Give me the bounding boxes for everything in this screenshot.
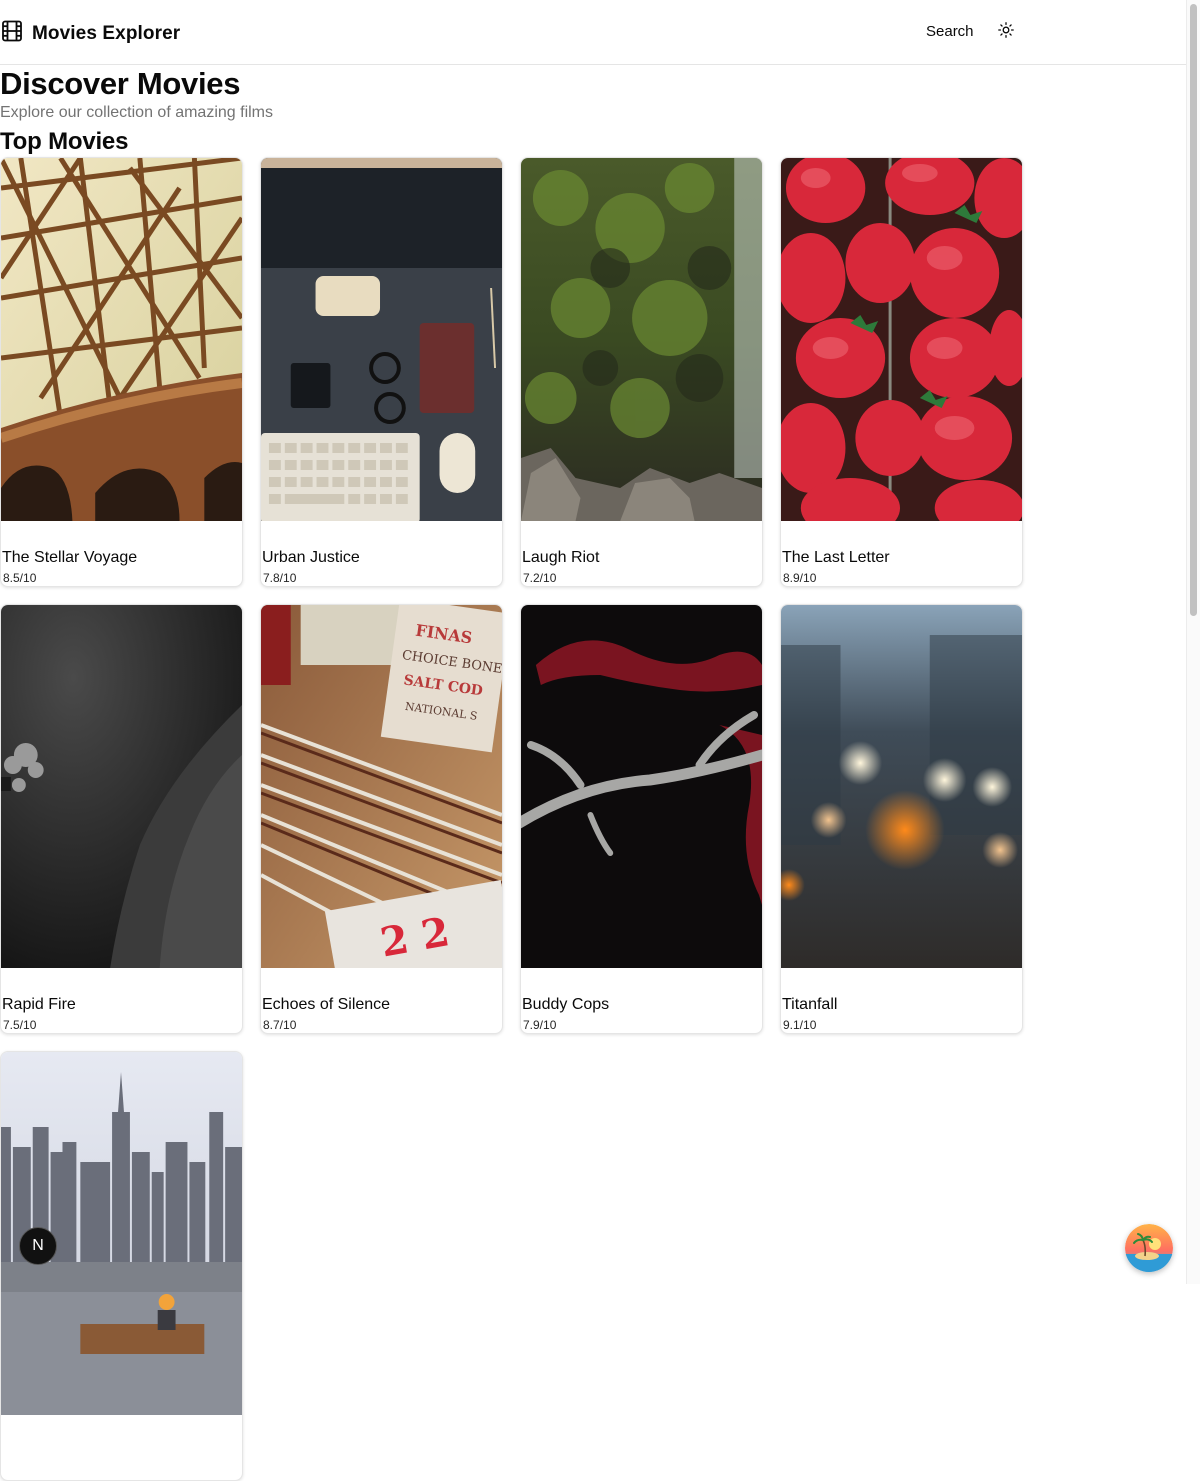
app-title: Movies Explorer — [32, 22, 181, 44]
movie-card[interactable]: Urban Justice 7.8/10 — [260, 157, 503, 587]
movie-poster — [521, 158, 762, 521]
movie-card[interactable]: FINAS CHOICE BONE SALT COD NATIONAL S 2 … — [260, 604, 503, 1034]
movie-title: The Last Letter — [782, 549, 890, 566]
theme-toggle-button[interactable] — [995, 21, 1017, 43]
top-nav: Movies Explorer Search — [0, 0, 1186, 65]
movie-title: The Stellar Voyage — [2, 549, 138, 566]
movie-card[interactable]: Buddy Cops 7.9/10 — [520, 604, 763, 1034]
movie-title: Rapid Fire — [2, 996, 76, 1013]
movie-title: Titanfall — [782, 996, 838, 1013]
next-dev-indicator[interactable]: N — [19, 1227, 57, 1265]
movie-rating: 7.9/10 — [523, 1018, 557, 1032]
movie-card[interactable]: The Stellar Voyage 8.5/10 — [0, 157, 243, 587]
movie-title: Buddy Cops — [522, 996, 610, 1013]
movie-rating: 7.2/10 — [523, 571, 557, 585]
page-subtitle: Explore our collection of amazing films — [0, 104, 274, 121]
brand[interactable]: Movies Explorer — [2, 20, 180, 47]
movie-poster — [1, 158, 242, 521]
page-title: Discover Movies — [0, 66, 241, 101]
search-button[interactable]: Search — [914, 20, 986, 44]
movie-card[interactable] — [0, 1051, 243, 1481]
movie-poster — [261, 158, 502, 521]
movie-rating: 8.9/10 — [783, 571, 817, 585]
movie-card[interactable]: Rapid Fire 7.5/10 — [0, 604, 243, 1034]
movie-card[interactable]: Laugh Riot 7.2/10 — [520, 157, 763, 587]
movie-rating: 7.8/10 — [263, 571, 297, 585]
movie-card[interactable]: The Last Letter 8.9/10 — [780, 157, 1023, 587]
movie-title: Laugh Riot — [522, 549, 600, 566]
movie-title: Urban Justice — [262, 549, 360, 566]
vertical-scrollbar[interactable] — [1186, 0, 1200, 1284]
movie-poster — [781, 605, 1022, 968]
scrollbar-thumb[interactable] — [1190, 4, 1197, 616]
movie-rating: 9.1/10 — [783, 1018, 817, 1032]
movie-poster — [1, 605, 242, 968]
sun-icon — [998, 21, 1014, 43]
film-icon — [2, 20, 22, 47]
movie-grid: The Stellar Voyage 8.5/10 Urban Justice … — [0, 157, 1030, 1481]
movie-poster: FINAS CHOICE BONE SALT COD NATIONAL S 2 … — [261, 605, 502, 968]
movie-rating: 7.5/10 — [3, 1018, 37, 1032]
movie-rating: 8.7/10 — [263, 1018, 297, 1032]
movie-poster — [521, 605, 762, 968]
movie-poster — [781, 158, 1022, 521]
movie-rating: 8.5/10 — [3, 571, 37, 585]
island-avatar-icon[interactable] — [1125, 1224, 1173, 1272]
movie-title: Echoes of Silence — [262, 996, 391, 1013]
section-title: Top Movies — [0, 128, 129, 155]
movie-card[interactable]: Titanfall 9.1/10 — [780, 604, 1023, 1034]
